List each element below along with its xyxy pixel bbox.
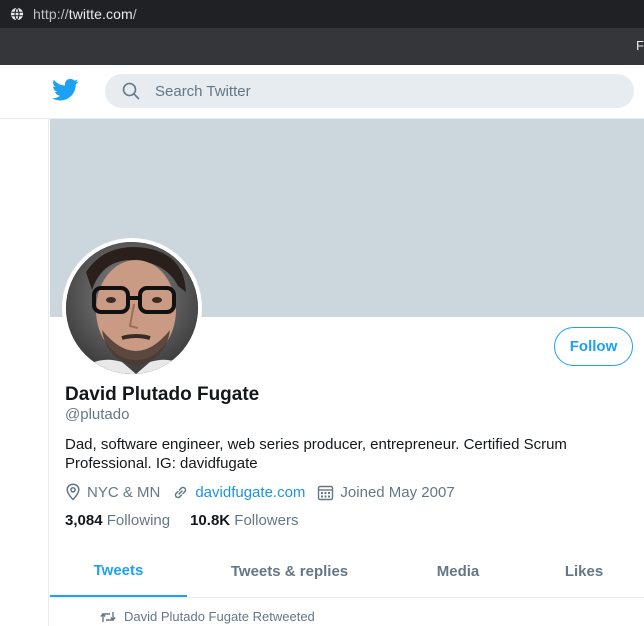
bookmark-item[interactable]: F <box>636 38 644 53</box>
profile-bio: Dad, software engineer, web series produ… <box>65 436 567 472</box>
tab-tweets-and-replies[interactable]: Tweets & replies <box>187 546 392 597</box>
profile-location: NYC & MN <box>65 483 160 501</box>
profile-handle: @plutado <box>65 406 130 423</box>
profile-tabs: Tweets Tweets & replies Media Likes <box>50 546 644 598</box>
tab-media[interactable]: Media <box>392 546 524 597</box>
left-rail <box>0 119 49 626</box>
following-label: Following <box>106 512 171 529</box>
profile-meta: NYC & MN davidfugate.com Joined May 2007 <box>65 482 467 502</box>
avatar[interactable] <box>62 238 202 378</box>
address-bar-url[interactable]: http://twitte.com/ <box>33 6 137 22</box>
profile-counts: 3,084 Following 10.8K Followers <box>65 512 318 529</box>
retweet-context-text[interactable]: David Plutado Fugate Retweeted <box>124 609 315 624</box>
profile-display-name: David Plutado Fugate <box>65 384 260 405</box>
search-icon <box>122 82 140 100</box>
following-count-link[interactable]: 3,084 Following <box>65 512 170 529</box>
profile-joined: Joined May 2007 <box>317 483 455 501</box>
twitter-bird-icon[interactable] <box>52 78 79 102</box>
followers-count-link[interactable]: 10.8K Followers <box>190 512 298 529</box>
following-count: 3,084 <box>65 512 103 529</box>
follow-button[interactable]: Follow <box>554 327 633 366</box>
bookmarks-bar: F <box>0 28 644 65</box>
followers-label: Followers <box>234 512 299 529</box>
location-pin-icon <box>66 483 80 501</box>
retweet-context: David Plutado Fugate Retweeted <box>100 609 315 624</box>
profile-website[interactable]: davidfugate.com <box>172 484 305 501</box>
retweet-icon <box>100 611 116 622</box>
url-prefix: http:// <box>33 6 69 22</box>
globe-icon <box>10 7 24 21</box>
tab-tweets[interactable]: Tweets <box>50 546 187 597</box>
profile-photo-image <box>66 242 198 374</box>
browser-address-bar: http://twitte.com/ <box>0 0 644 28</box>
search-box <box>105 74 634 108</box>
profile-photo <box>66 242 198 374</box>
link-icon <box>175 486 187 498</box>
followers-count: 10.8K <box>190 512 231 529</box>
location-text: NYC & MN <box>87 483 161 501</box>
url-suffix: / <box>132 6 137 22</box>
tab-likes[interactable]: Likes <box>524 546 644 597</box>
url-host: twitte.com <box>68 6 133 22</box>
joined-text: Joined May 2007 <box>340 483 455 501</box>
website-link[interactable]: davidfugate.com <box>195 484 305 501</box>
twitter-header <box>0 65 644 119</box>
search-input[interactable] <box>155 74 615 108</box>
calendar-icon <box>318 485 334 500</box>
